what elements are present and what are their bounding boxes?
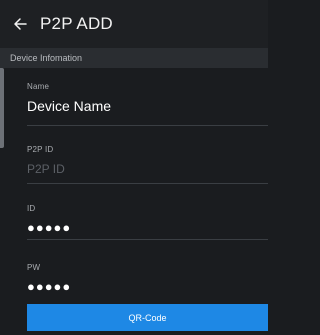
pw-field[interactable]: PW ●●●●● bbox=[0, 263, 268, 296]
qr-code-button-label: QR-Code bbox=[128, 312, 167, 323]
divider bbox=[27, 125, 268, 126]
divider bbox=[27, 239, 268, 240]
back-button[interactable] bbox=[0, 0, 40, 48]
p2p-add-screen: P2P ADD Device Infomation Name Device Na… bbox=[0, 0, 268, 335]
section-header: Device Infomation bbox=[0, 48, 268, 68]
name-input[interactable]: Device Name bbox=[27, 97, 268, 115]
section-title: Device Infomation bbox=[10, 53, 83, 63]
id-label: ID bbox=[27, 204, 36, 213]
arrow-left-icon bbox=[14, 18, 27, 30]
name-field[interactable]: Name Device Name bbox=[0, 82, 268, 115]
page-title: P2P ADD bbox=[40, 14, 113, 33]
header: P2P ADD bbox=[0, 0, 268, 48]
id-field[interactable]: ID ●●●●● bbox=[0, 204, 268, 237]
id-input[interactable]: ●●●●● bbox=[27, 219, 268, 237]
p2p-id-field[interactable]: P2P ID P2P ID bbox=[0, 145, 268, 178]
p2p-id-input[interactable]: P2P ID bbox=[27, 160, 268, 178]
pw-input[interactable]: ●●●●● bbox=[27, 278, 268, 296]
p2p-id-label: P2P ID bbox=[27, 145, 54, 154]
qr-code-button[interactable]: QR-Code bbox=[27, 304, 268, 331]
name-label: Name bbox=[27, 82, 50, 91]
pw-label: PW bbox=[27, 263, 41, 272]
divider bbox=[27, 183, 268, 184]
